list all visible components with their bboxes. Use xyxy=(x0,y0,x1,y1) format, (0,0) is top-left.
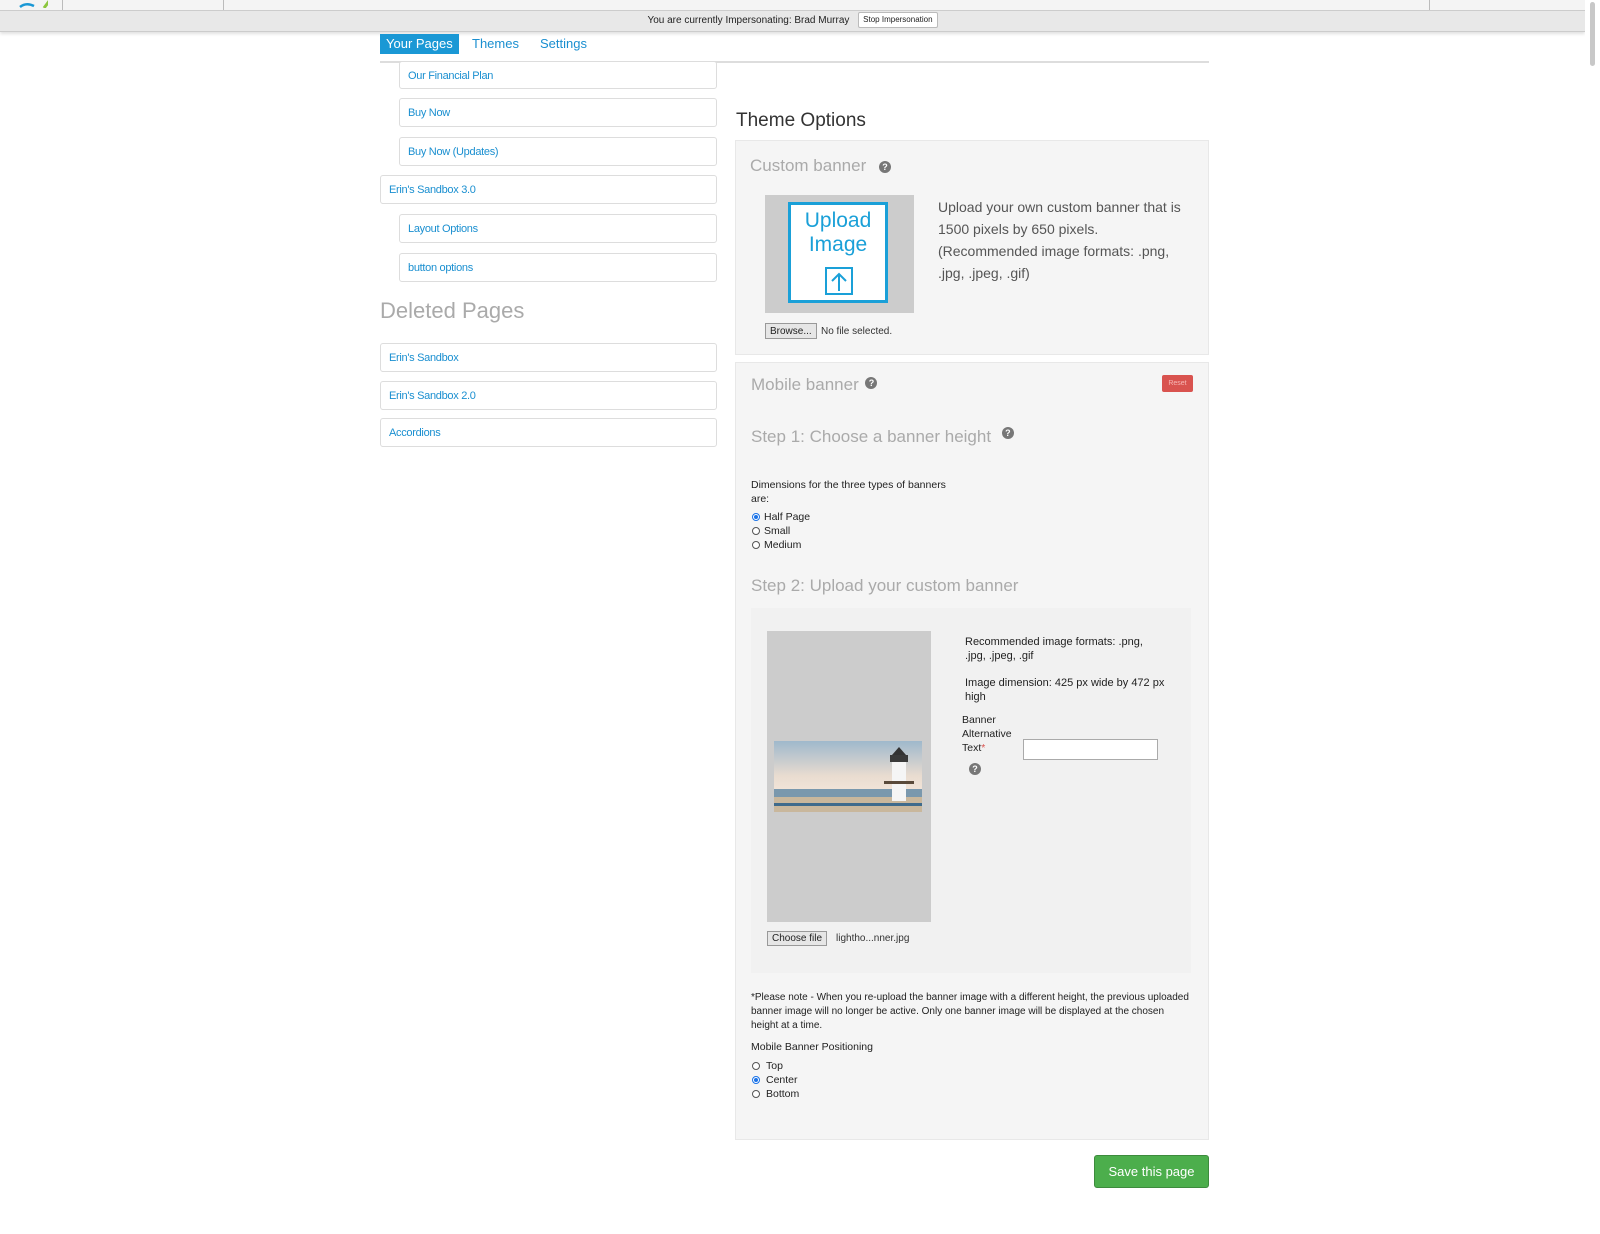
page-scrollbar[interactable] xyxy=(1585,0,1600,1234)
step1-heading: Step 1: Choose a banner height ? xyxy=(751,427,1014,447)
height-radio-small[interactable] xyxy=(752,527,760,535)
positioning-label: Mobile Banner Positioning xyxy=(751,1041,873,1053)
save-page-button[interactable]: Save this page xyxy=(1094,1155,1209,1188)
page-item[interactable]: Buy Now (Updates) xyxy=(399,137,717,166)
height-label: Small xyxy=(764,525,791,537)
height-label: Half Page xyxy=(764,511,811,523)
page-item[interactable]: Our Financial Plan xyxy=(399,61,717,89)
help-icon[interactable]: ? xyxy=(878,160,891,173)
dimension-text: Image dimension: 425 px wide by 472 px h… xyxy=(965,677,1165,703)
tab-settings[interactable]: Settings xyxy=(540,34,587,54)
required-marker: * xyxy=(981,742,986,754)
theme-options-title: Theme Options xyxy=(736,110,866,131)
help-icon[interactable]: ? xyxy=(1001,427,1014,439)
page-item[interactable]: Buy Now xyxy=(399,98,717,127)
page-item[interactable]: Layout Options xyxy=(399,214,717,243)
banner-upload-preview[interactable]: Upload Image xyxy=(765,195,914,313)
mobile-banner-heading: Mobile banner ? xyxy=(751,375,878,395)
top-strip xyxy=(0,0,1585,11)
impersonation-message: You are currently Impersonating: Brad Mu… xyxy=(647,15,850,26)
choose-file-button[interactable]: Choose file xyxy=(767,931,828,946)
lighthouse-image xyxy=(774,741,922,812)
top-bar: You are currently Impersonating: Brad Mu… xyxy=(0,0,1585,32)
page-item[interactable]: button options xyxy=(399,253,717,282)
position-label: Bottom xyxy=(766,1088,800,1100)
scrollbar-thumb[interactable] xyxy=(1590,2,1595,66)
help-icon[interactable]: ? xyxy=(969,763,981,775)
height-radio-medium[interactable] xyxy=(752,541,760,549)
upload-image-text: Upload Image xyxy=(804,209,872,256)
custom-banner-description: Upload your own custom banner that is 15… xyxy=(938,199,1181,281)
deleted-page-item[interactable]: Erin's Sandbox 2.0 xyxy=(380,381,717,410)
logo-icon xyxy=(19,0,48,8)
alt-text-input[interactable] xyxy=(1023,739,1158,760)
reset-button[interactable]: Reset xyxy=(1162,375,1193,392)
height-label: Medium xyxy=(764,539,802,551)
position-radio-bottom[interactable] xyxy=(752,1090,760,1098)
upload-image-placeholder: Upload Image xyxy=(788,202,888,303)
deleted-pages-title: Deleted Pages xyxy=(380,298,525,323)
top-separator xyxy=(62,0,63,10)
tab-themes[interactable]: Themes xyxy=(472,34,519,54)
position-label: Center xyxy=(766,1074,798,1086)
alt-text-label: Banner Alternative Text* xyxy=(962,714,1012,754)
top-separator xyxy=(1429,0,1430,10)
step2-heading: Step 2: Upload your custom banner xyxy=(751,576,1019,595)
formats-text: Recommended image formats: .png, .jpg, .… xyxy=(965,636,1143,662)
position-label: Top xyxy=(766,1060,783,1072)
deleted-page-item[interactable]: Accordions xyxy=(380,418,717,447)
mobile-banner-preview[interactable] xyxy=(767,631,931,922)
browse-button[interactable]: Browse... xyxy=(765,323,817,339)
top-separator xyxy=(223,0,224,10)
chosen-file-name: lightho...nner.jpg xyxy=(836,933,910,944)
custom-banner-heading: Custom banner ? xyxy=(750,156,891,176)
no-file-label: No file selected. xyxy=(821,326,893,337)
page-item[interactable]: Erin's Sandbox 3.0 xyxy=(380,175,717,204)
reupload-note: *Please note - When you re-upload the ba… xyxy=(751,992,1189,1031)
position-radio-center[interactable] xyxy=(752,1076,760,1084)
dimensions-text: Dimensions for the three types of banner… xyxy=(751,479,946,505)
stop-impersonation-button[interactable]: Stop Impersonation xyxy=(858,12,938,29)
help-icon[interactable]: ? xyxy=(865,377,878,389)
tab-your-pages[interactable]: Your Pages xyxy=(380,34,459,54)
impersonation-bar: You are currently Impersonating: Brad Mu… xyxy=(0,11,1585,31)
upload-arrow-icon xyxy=(825,267,853,295)
height-radio-half-page[interactable] xyxy=(752,513,760,521)
deleted-page-item[interactable]: Erin's Sandbox xyxy=(380,343,717,372)
position-radio-top[interactable] xyxy=(752,1062,760,1070)
